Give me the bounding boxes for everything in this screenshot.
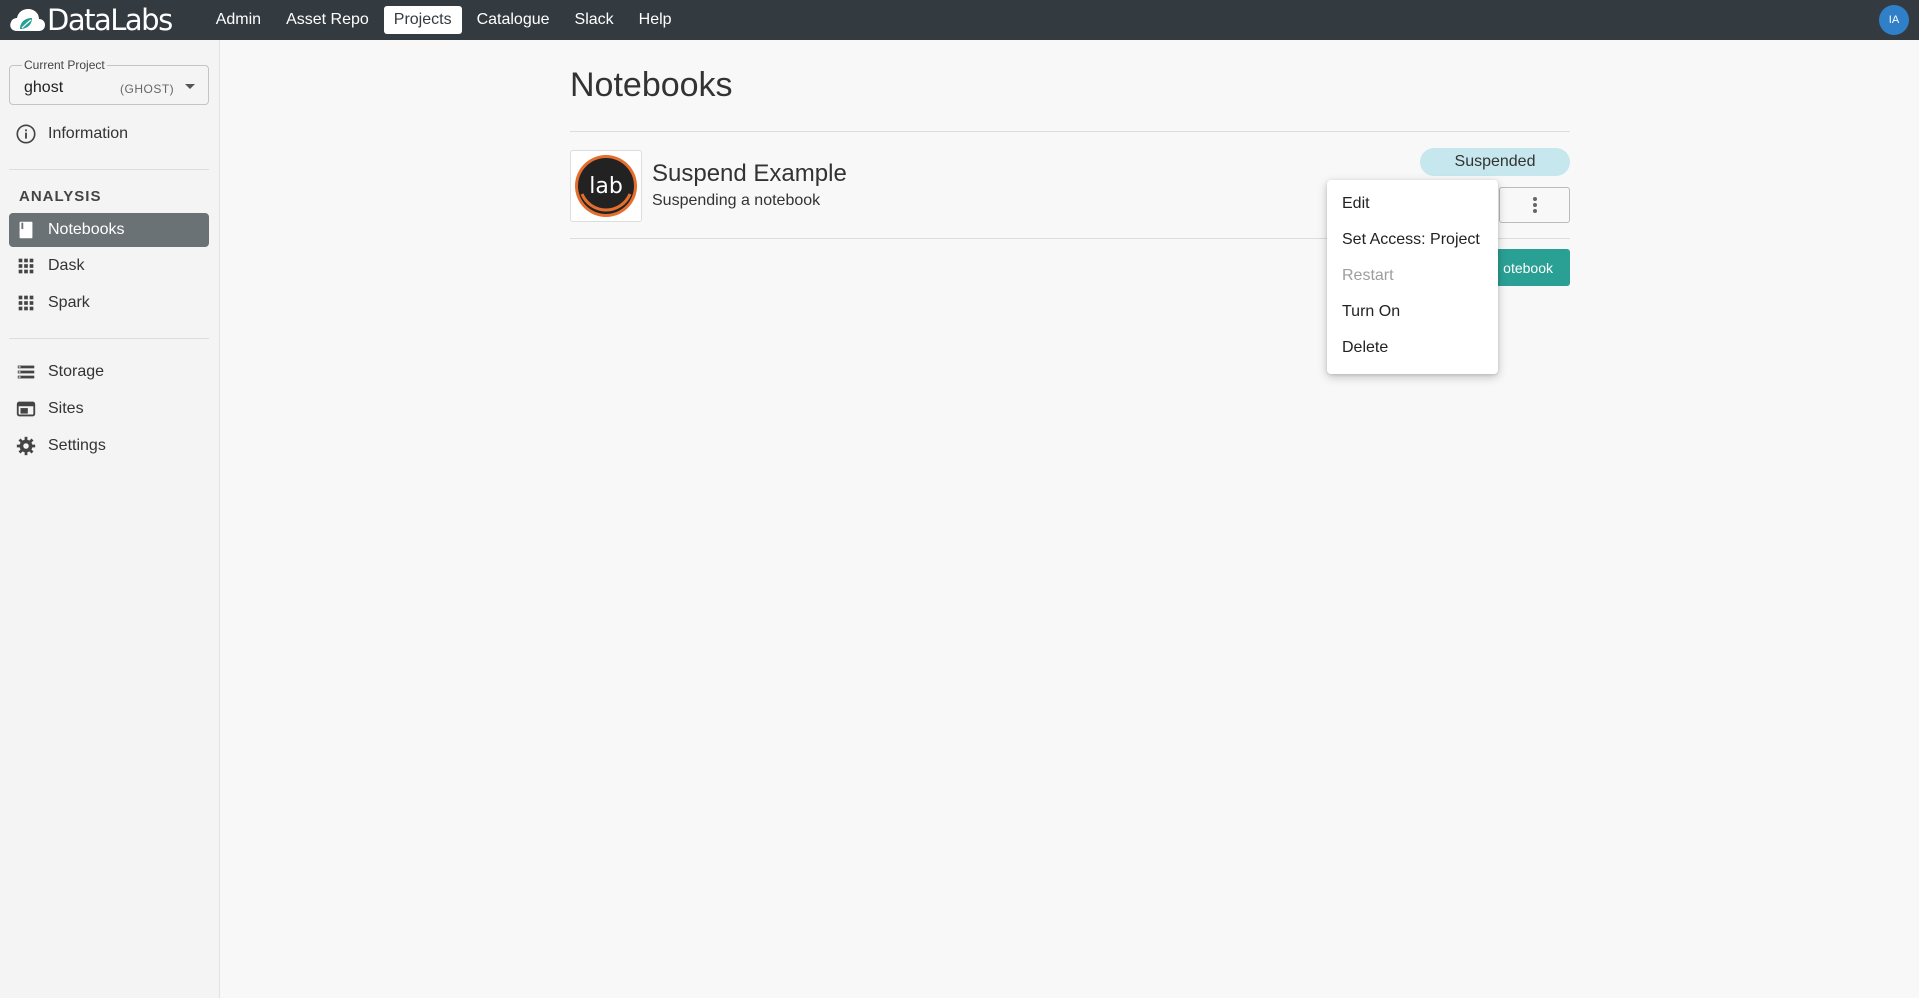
- list-divider-top: [570, 131, 1570, 132]
- grid-icon: [15, 292, 37, 314]
- sidebar-item-settings[interactable]: Settings: [9, 429, 209, 463]
- notebook-logo: lab: [570, 150, 642, 222]
- sidebar-item-label: Spark: [48, 294, 90, 311]
- sidebar: Current Project ghost (GHOST) Informatio…: [0, 40, 220, 998]
- current-project-select[interactable]: Current Project ghost (GHOST): [9, 58, 209, 105]
- sidebar-item-label: Information: [48, 125, 129, 142]
- nav-asset-repo[interactable]: Asset Repo: [276, 6, 379, 34]
- sidebar-item-spark[interactable]: Spark: [9, 286, 209, 320]
- menu-item-edit[interactable]: Edit: [1327, 186, 1498, 222]
- section-heading-analysis: ANALYSIS: [19, 188, 102, 205]
- menu-item-set-access[interactable]: Set Access: Project: [1327, 222, 1498, 258]
- caret-down-icon: [185, 84, 195, 89]
- gear-icon: [15, 435, 37, 457]
- menu-item-delete[interactable]: Delete: [1327, 330, 1498, 366]
- sidebar-item-sites[interactable]: Sites: [9, 392, 209, 426]
- nav-admin[interactable]: Admin: [206, 6, 271, 34]
- user-avatar[interactable]: IA: [1879, 5, 1909, 35]
- project-name: ghost: [24, 79, 64, 96]
- brand-name: DataLabs: [47, 3, 173, 37]
- nav-help[interactable]: Help: [629, 6, 682, 34]
- notebook-description: Suspending a notebook: [652, 192, 821, 209]
- menu-item-turn-on[interactable]: Turn On: [1327, 294, 1498, 330]
- nav-projects[interactable]: Projects: [383, 6, 462, 34]
- sidebar-item-storage[interactable]: Storage: [9, 355, 209, 389]
- jupyterlab-logo-icon: lab: [575, 155, 637, 217]
- nav-slack[interactable]: Slack: [565, 6, 624, 34]
- sidebar-divider: [9, 169, 209, 170]
- sidebar-item-label: Sites: [48, 400, 84, 417]
- more-vert-icon: [1532, 197, 1537, 213]
- create-notebook-label: otebook: [1503, 259, 1553, 276]
- datalabs-logo[interactable]: DataLabs: [8, 0, 173, 40]
- notebook-icon: [15, 219, 37, 241]
- logo-text: lab: [589, 174, 623, 199]
- sidebar-item-information[interactable]: Information: [9, 117, 209, 151]
- main-nav: Admin Asset Repo Projects Catalogue Slac…: [206, 6, 687, 34]
- nav-catalogue[interactable]: Catalogue: [467, 6, 560, 34]
- notebook-title: Suspend Example: [652, 160, 847, 187]
- sidebar-item-dask[interactable]: Dask: [9, 249, 209, 283]
- current-project-label: Current Project: [22, 58, 107, 72]
- cloud-leaf-icon: [10, 9, 45, 31]
- sidebar-item-label: Settings: [48, 437, 106, 454]
- menu-item-restart: Restart: [1342, 267, 1394, 284]
- page-title: Notebooks: [570, 66, 733, 104]
- sidebar-item-notebooks[interactable]: Notebooks: [9, 213, 209, 247]
- sidebar-divider: [9, 338, 209, 339]
- sidebar-item-label: Notebooks: [48, 221, 125, 238]
- status-badge: Suspended: [1420, 148, 1570, 176]
- sidebar-item-label: Dask: [48, 257, 85, 274]
- more-actions-button[interactable]: [1499, 187, 1570, 223]
- sidebar-item-label: Storage: [48, 363, 105, 380]
- notebook-actions-menu: Edit Set Access: Project Restart Turn On…: [1327, 180, 1498, 374]
- top-bar: DataLabs Admin Asset Repo Projects Catal…: [0, 0, 1919, 40]
- info-icon: [15, 123, 37, 145]
- web-icon: [15, 398, 37, 420]
- storage-icon: [15, 361, 37, 383]
- grid-icon: [15, 255, 37, 277]
- project-key: (GHOST): [120, 82, 175, 96]
